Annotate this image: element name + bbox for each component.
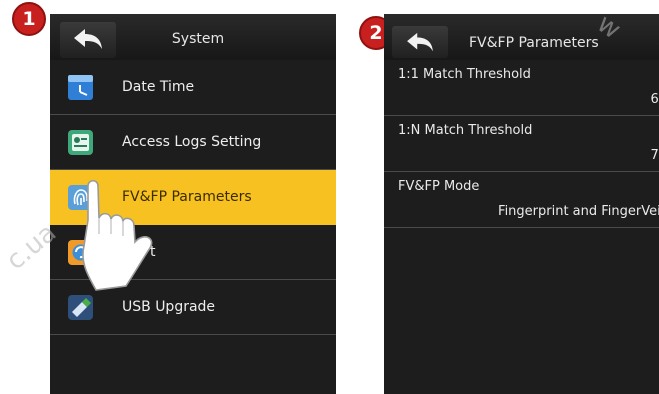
setting-label: 1:N Match Threshold [398, 123, 533, 138]
menu-item-label: Access Logs Setting [122, 134, 262, 150]
menu-item-access-logs-setting[interactable]: Access Logs Setting [50, 115, 336, 170]
setting-row-1-1-match-threshold[interactable]: 1:1 Match Threshold 65 [384, 60, 659, 116]
menu-item-label: Date Time [122, 79, 195, 95]
menu-item-date-time[interactable]: Date Time [50, 60, 336, 115]
calendar-icon [68, 75, 93, 100]
step-badge-1: 1 [12, 2, 46, 36]
title-bar: FV&FP Parameters [384, 14, 659, 60]
pointing-hand-icon [82, 179, 153, 291]
setting-row-fvfp-mode[interactable]: FV&FP Mode Fingerprint and FingerVein [384, 172, 659, 228]
back-arrow-icon [407, 32, 433, 52]
setting-label: 1:1 Match Threshold [398, 67, 531, 82]
fvfp-parameters-screen: FV&FP Parameters 1:1 Match Threshold 65 … [384, 14, 659, 394]
setting-value: Fingerprint and FingerVein [498, 204, 659, 219]
setting-value: 72 [650, 148, 659, 163]
page-title: System [171, 31, 225, 47]
usb-upgrade-icon [68, 295, 93, 320]
access-logs-icon [68, 130, 93, 155]
setting-row-1-n-match-threshold[interactable]: 1:N Match Threshold 72 [384, 116, 659, 172]
setting-label: FV&FP Mode [398, 179, 480, 194]
title-bar: System [50, 14, 336, 60]
setting-value: 65 [650, 92, 659, 107]
page-title: FV&FP Parameters [469, 35, 599, 51]
back-button[interactable] [392, 26, 448, 58]
